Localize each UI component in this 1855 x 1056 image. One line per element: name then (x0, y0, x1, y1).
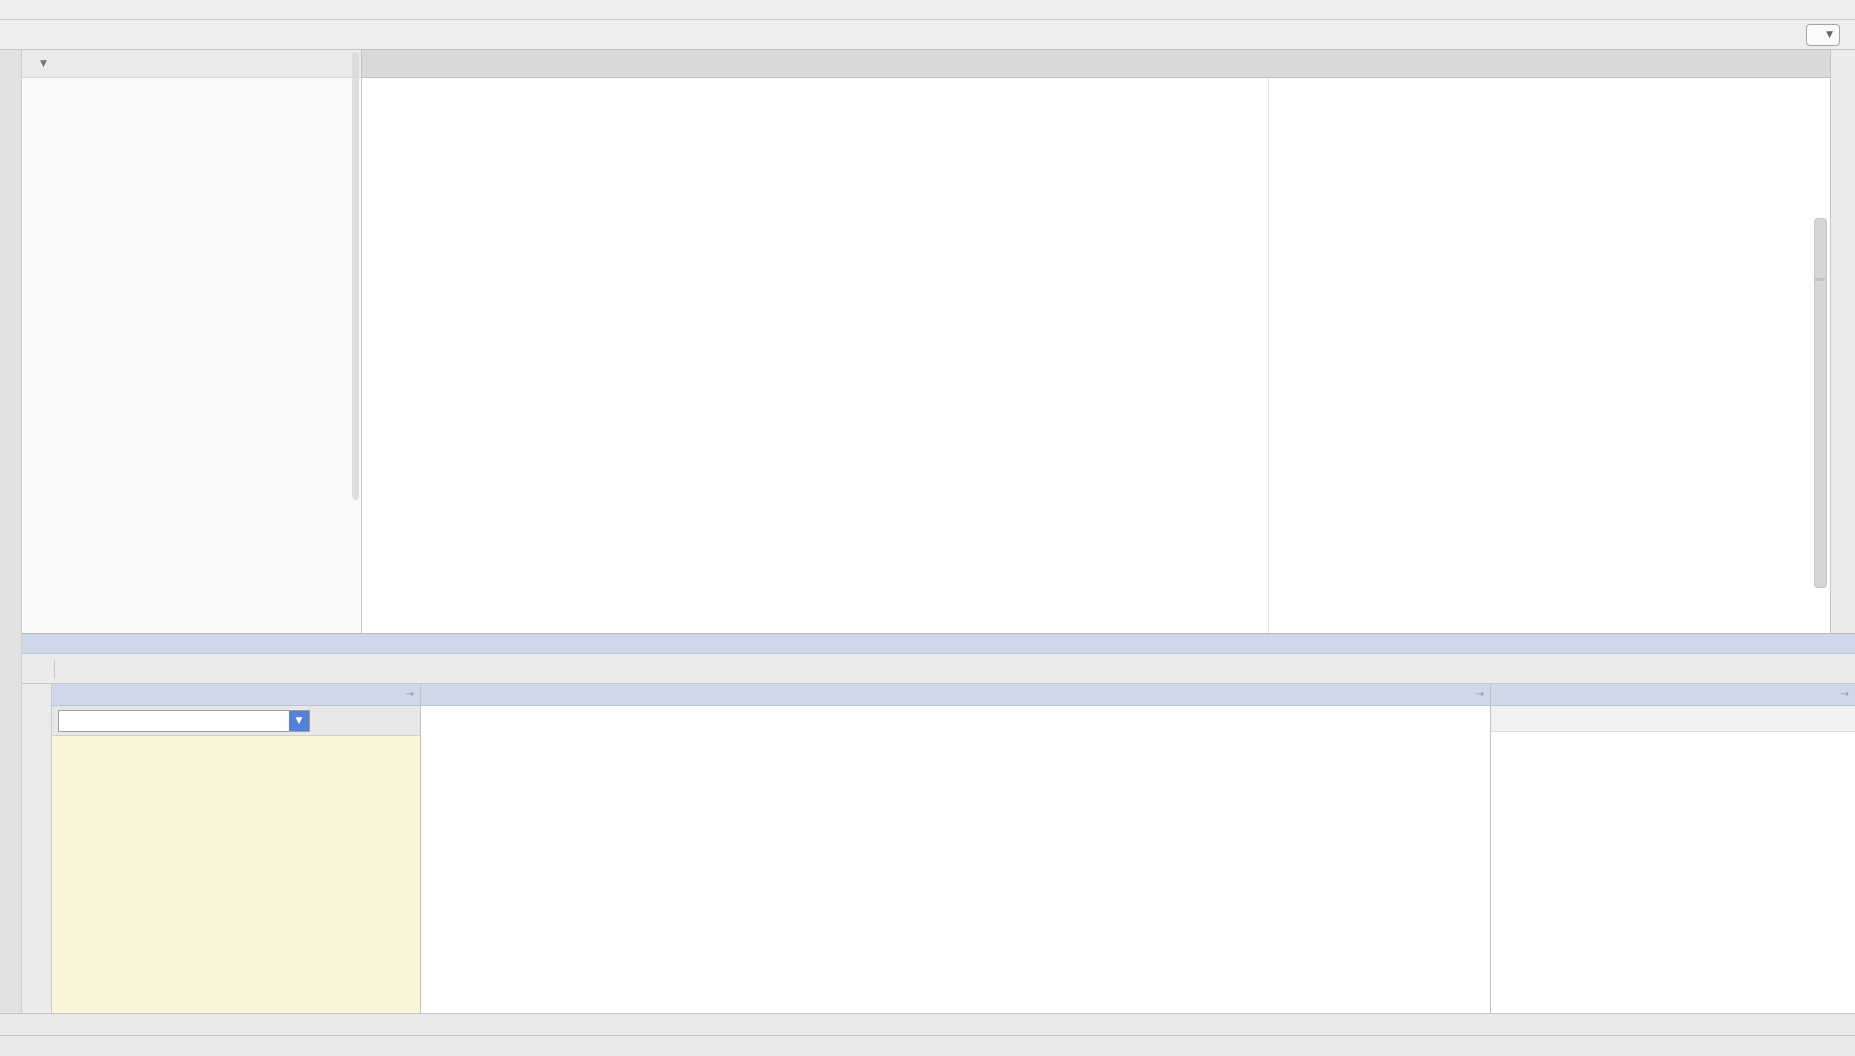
chevron-down-icon[interactable]: ▼ (289, 711, 309, 731)
thread-selector[interactable]: ▼ (58, 710, 310, 732)
watches-toolbar (1491, 706, 1855, 732)
chevron-down-icon: ▼ (1826, 30, 1833, 40)
editor-tab-bar (362, 50, 1830, 78)
project-tree (22, 80, 361, 633)
variables-panel-header: → (421, 684, 1490, 706)
tool-window-bar-bottom (0, 1013, 1855, 1035)
tool-window-stripe-left (0, 50, 22, 1013)
debug-content: → ▼ → (22, 684, 1855, 1013)
editor-scrollbar[interactable] (1814, 218, 1827, 588)
right-margin-guide (1268, 78, 1269, 633)
run-toolbar: ▼ (1806, 20, 1847, 50)
debug-tool-window: → ▼ → (22, 633, 1855, 1013)
menu-bar (0, 0, 1855, 20)
project-panel-header: ▼ (22, 50, 361, 78)
frames-panel-header: → (52, 684, 420, 706)
project-view-selector[interactable]: ▼ (28, 59, 47, 69)
float-panel-icon[interactable]: → (1476, 689, 1484, 700)
float-panel-icon[interactable]: → (406, 689, 414, 700)
navigation-bar: ▼ (0, 20, 1855, 50)
chevron-down-icon: ▼ (40, 59, 47, 69)
thread-row: ▼ (52, 706, 420, 736)
status-bar (0, 1035, 1855, 1056)
debug-panel-header (22, 634, 1855, 654)
frames-panel: → ▼ (52, 684, 420, 1013)
editor-area (362, 50, 1830, 633)
run-configuration-select[interactable]: ▼ (1806, 24, 1840, 46)
debug-tab-bar (22, 654, 1855, 684)
watches-panel-header: → (1491, 684, 1855, 706)
variables-panel: → (420, 684, 1490, 1013)
toolbar-separator (54, 660, 55, 678)
code-editor[interactable] (362, 78, 1830, 633)
project-tree-scrollbar[interactable] (352, 52, 359, 500)
project-tool-window: ▼ (22, 50, 362, 633)
tool-window-stripe-right (1830, 50, 1855, 633)
frames-list (52, 736, 420, 1013)
watches-panel: → (1490, 684, 1855, 1013)
float-panel-icon[interactable]: → (1841, 689, 1849, 700)
debug-left-toolbar (22, 684, 52, 1013)
